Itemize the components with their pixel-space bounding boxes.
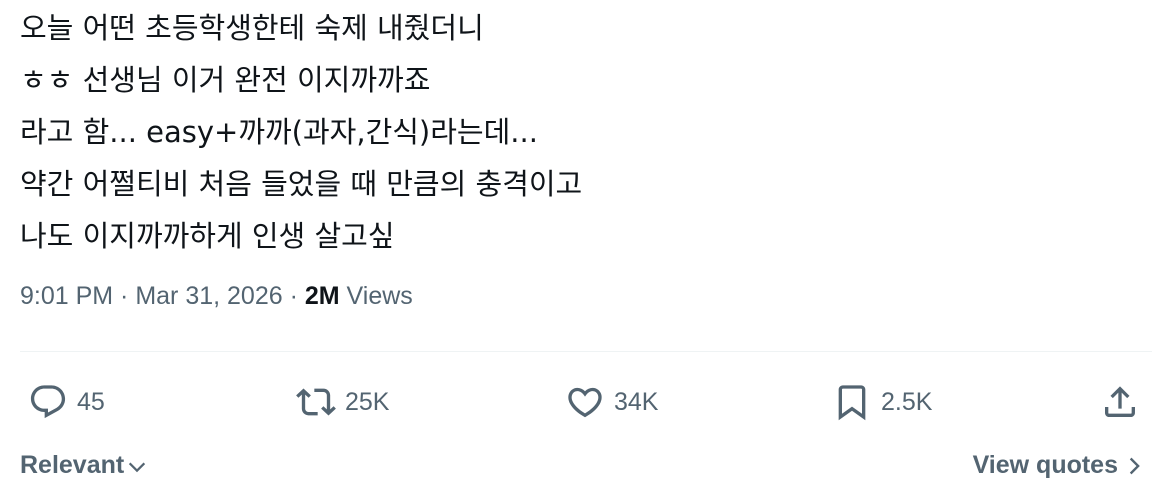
views-label: Views	[339, 282, 413, 310]
chevron-down-icon	[129, 462, 146, 473]
tweet-text: 오늘 어떤 초등학생한테 숙제 내줬더니 ㅎㅎ 선생님 이거 완전 이지까까죠 …	[20, 2, 1140, 262]
retweet-button[interactable]: 25K	[296, 378, 389, 426]
tweet-line: ㅎㅎ 선생님 이거 완전 이지까까죠	[20, 63, 431, 97]
share-button[interactable]	[1100, 378, 1140, 426]
tweet-line: 오늘 어떤 초등학생한테 숙제 내줬더니	[20, 11, 484, 45]
chevron-right-icon	[1129, 457, 1140, 475]
like-count: 34K	[614, 387, 659, 416]
view-quotes-label: View quotes	[972, 450, 1118, 479]
view-quotes-link[interactable]: View quotes	[973, 445, 1144, 485]
retweet-count: 25K	[345, 387, 390, 416]
reply-button[interactable]: 45	[28, 378, 105, 426]
share-icon	[1105, 386, 1135, 417]
meta-separator: ·	[282, 282, 305, 310]
retweet-icon	[296, 388, 336, 416]
heart-icon	[568, 387, 602, 418]
bookmark-count: 2.5K	[881, 387, 933, 416]
reply-icon	[30, 385, 66, 419]
tweet-time[interactable]: 9:01 PM	[20, 282, 113, 310]
divider	[20, 351, 1152, 352]
sort-replies-dropdown[interactable]: Relevant	[20, 445, 148, 485]
reply-count: 45	[77, 387, 105, 416]
views-count: 2M	[304, 282, 340, 310]
bookmark-button[interactable]: 2.5K	[832, 378, 932, 426]
tweet-line: 라고 함... easy+까까(과자,간식)라는데...	[20, 115, 538, 149]
meta-separator: ·	[113, 282, 136, 310]
tweet-date[interactable]: Mar 31, 2026	[135, 282, 282, 310]
tweet-meta: 9:01 PM · Mar 31, 2026 · 2M Views	[20, 276, 413, 316]
tweet-line: 나도 이지까까하게 인생 살고싶	[20, 219, 395, 253]
tweet-line: 약간 어쩔티비 처음 들었을 때 만큼의 충격이고	[20, 167, 583, 201]
bookmark-icon	[838, 385, 866, 421]
like-button[interactable]: 34K	[565, 378, 658, 426]
sort-label: Relevant	[20, 450, 125, 479]
